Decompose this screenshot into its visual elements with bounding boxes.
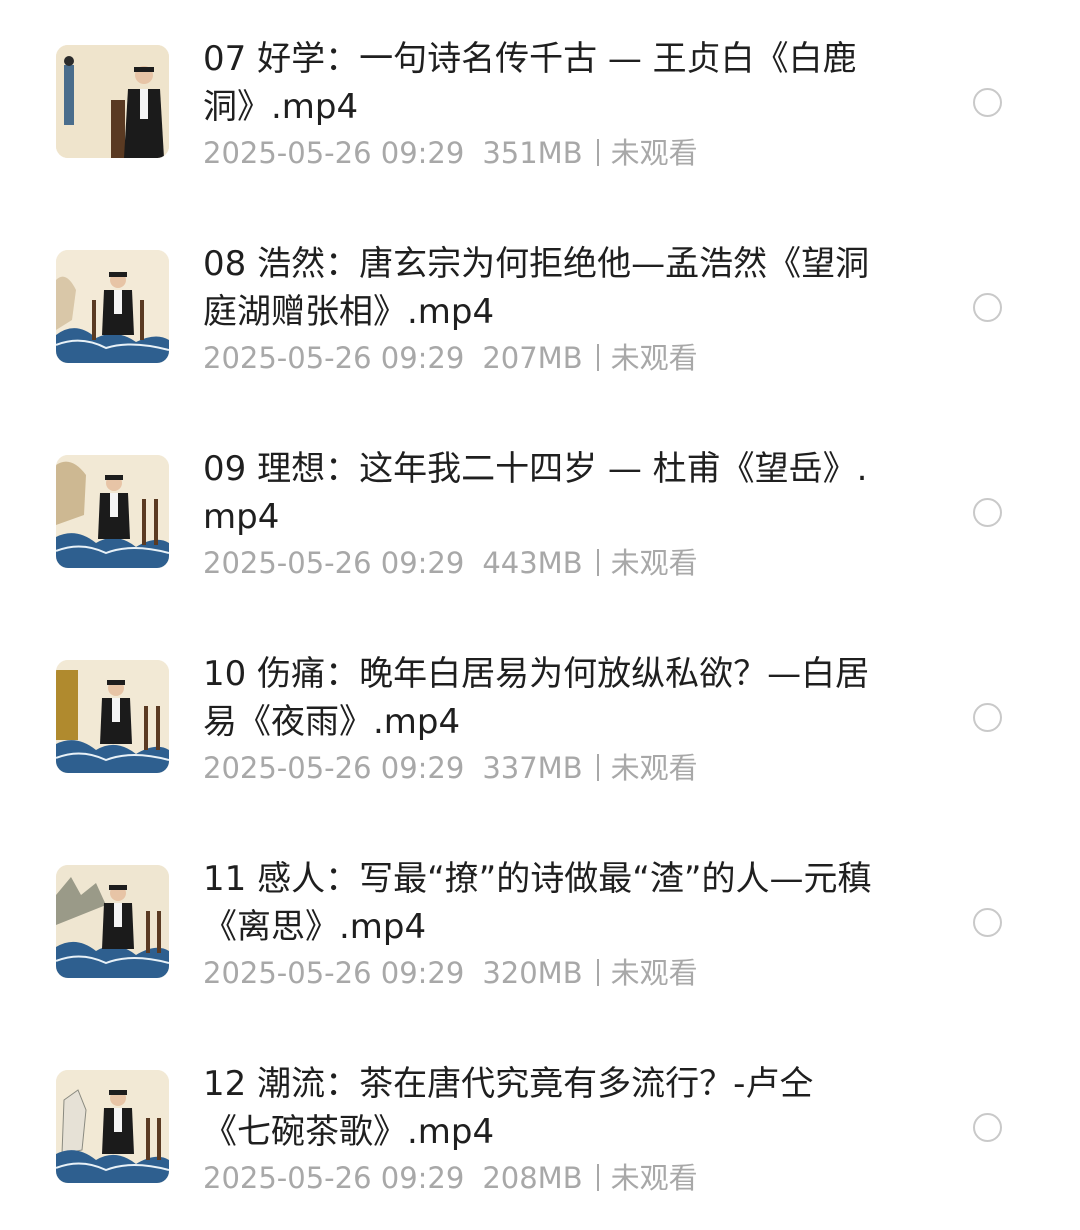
video-size: 208MB bbox=[482, 1161, 583, 1195]
video-title: 08 浩然：唐玄宗为何拒绝他—孟浩然《望洞庭湖赠张相》.mp4 bbox=[203, 244, 870, 332]
meta-divider bbox=[596, 549, 599, 576]
video-date: 2025-05-26 09:29 bbox=[203, 341, 465, 375]
video-size: 207MB bbox=[482, 341, 583, 375]
video-title: 11 感人：写最“撩”的诗做最“渣”的人—元稹《离思》.mp4 bbox=[203, 859, 872, 947]
video-meta: 2025-05-26 09:29 337MB 未观看 bbox=[203, 749, 698, 787]
video-date: 2025-05-26 09:29 bbox=[203, 1161, 465, 1195]
video-title: 09 理想：这年我二十四岁 — 杜甫《望岳》.mp4 bbox=[203, 449, 868, 537]
watch-status: 未观看 bbox=[610, 1161, 698, 1195]
video-meta: 2025-05-26 09:29 207MB 未观看 bbox=[203, 339, 698, 377]
video-size: 443MB bbox=[482, 546, 583, 580]
watch-status: 未观看 bbox=[610, 341, 698, 375]
select-radio-button[interactable] bbox=[973, 908, 1002, 937]
video-size: 351MB bbox=[482, 136, 583, 170]
video-file-item-09[interactable]: 09 理想：这年我二十四岁 — 杜甫《望岳》.mp4 2025-05-26 09… bbox=[0, 410, 1080, 615]
watch-status: 未观看 bbox=[610, 136, 698, 170]
watch-status: 未观看 bbox=[610, 546, 698, 580]
watch-status: 未观看 bbox=[610, 751, 698, 785]
video-title: 07 好学：一句诗名传千古 — 王贞白《白鹿洞》.mp4 bbox=[203, 39, 857, 127]
video-size: 337MB bbox=[482, 751, 583, 785]
meta-divider bbox=[596, 344, 599, 371]
video-thumbnail[interactable] bbox=[56, 1070, 169, 1183]
select-radio-button[interactable] bbox=[973, 88, 1002, 117]
select-radio-button[interactable] bbox=[973, 1113, 1002, 1142]
meta-divider bbox=[596, 754, 599, 781]
video-file-item-08[interactable]: 08 浩然：唐玄宗为何拒绝他—孟浩然《望洞庭湖赠张相》.mp4 2025-05-… bbox=[0, 205, 1080, 410]
meta-divider bbox=[596, 959, 599, 986]
select-radio-button[interactable] bbox=[973, 498, 1002, 527]
video-thumbnail[interactable] bbox=[56, 660, 169, 773]
video-thumbnail[interactable] bbox=[56, 250, 169, 363]
watch-status: 未观看 bbox=[610, 956, 698, 990]
video-date: 2025-05-26 09:29 bbox=[203, 751, 465, 785]
video-file-item-11[interactable]: 11 感人：写最“撩”的诗做最“渣”的人—元稹《离思》.mp4 2025-05-… bbox=[0, 820, 1080, 1025]
video-thumbnail[interactable] bbox=[56, 455, 169, 568]
video-meta: 2025-05-26 09:29 351MB 未观看 bbox=[203, 134, 698, 172]
video-title: 12 潮流：茶在唐代究竟有多流行？-卢仝《七碗茶歌》.mp4 bbox=[203, 1064, 814, 1152]
video-meta: 2025-05-26 09:29 208MB 未观看 bbox=[203, 1159, 698, 1197]
video-thumbnail[interactable] bbox=[56, 865, 169, 978]
video-file-list: 07 好学：一句诗名传千古 — 王贞白《白鹿洞》.mp4 2025-05-26 … bbox=[0, 0, 1080, 1229]
video-meta: 2025-05-26 09:29 320MB 未观看 bbox=[203, 954, 698, 992]
video-meta: 2025-05-26 09:29 443MB 未观看 bbox=[203, 544, 698, 582]
meta-divider bbox=[596, 1164, 599, 1191]
video-title: 10 伤痛：晚年白居易为何放纵私欲？—白居易《夜雨》.mp4 bbox=[203, 654, 870, 742]
select-radio-button[interactable] bbox=[973, 293, 1002, 322]
video-file-item-10[interactable]: 10 伤痛：晚年白居易为何放纵私欲？—白居易《夜雨》.mp4 2025-05-2… bbox=[0, 615, 1080, 820]
video-date: 2025-05-26 09:29 bbox=[203, 136, 465, 170]
video-file-item-12[interactable]: 12 潮流：茶在唐代究竟有多流行？-卢仝《七碗茶歌》.mp4 2025-05-2… bbox=[0, 1025, 1080, 1230]
video-thumbnail[interactable] bbox=[56, 45, 169, 158]
video-file-item-07[interactable]: 07 好学：一句诗名传千古 — 王贞白《白鹿洞》.mp4 2025-05-26 … bbox=[0, 0, 1080, 205]
video-size: 320MB bbox=[482, 956, 583, 990]
select-radio-button[interactable] bbox=[973, 703, 1002, 732]
video-date: 2025-05-26 09:29 bbox=[203, 956, 465, 990]
video-date: 2025-05-26 09:29 bbox=[203, 546, 465, 580]
meta-divider bbox=[596, 139, 599, 166]
